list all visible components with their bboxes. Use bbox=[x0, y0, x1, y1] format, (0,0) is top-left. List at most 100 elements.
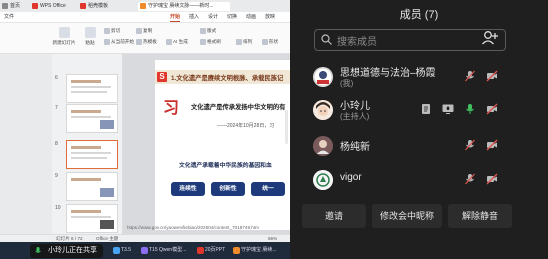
new-slide-icon bbox=[58, 27, 70, 38]
shared-screen: 首页 WPS Office 稻壳模板 守护瑰宝 赓续文脉——新时... 文件 开… bbox=[0, 0, 290, 259]
ribbon-toolbar: 新建幻灯片 粘贴 剪切 从当前开始 复制 热模板 AI 生成 版式 格式刷 排列… bbox=[0, 23, 290, 54]
calligraphy-seal: 习 bbox=[163, 98, 180, 117]
ai-button[interactable]: AI 生成 bbox=[166, 39, 188, 45]
mic-muted-icon bbox=[465, 173, 475, 185]
browser-tab-bar: 首页 WPS Office 稻壳模板 守护瑰宝 赓续文脉——新时... bbox=[0, 0, 290, 12]
document-icon bbox=[422, 104, 430, 114]
camera-off-icon bbox=[486, 139, 498, 151]
avatar bbox=[313, 136, 333, 156]
slide-thumbnail[interactable]: 10 bbox=[55, 204, 118, 233]
slide-pill: 统一 bbox=[251, 182, 285, 196]
avatar bbox=[313, 170, 333, 190]
paste-icon bbox=[84, 27, 96, 38]
menu-animation[interactable]: 动画 bbox=[246, 13, 256, 21]
members-panel: 成员 (7) 搜索成员 思想道德与法治–杨霞 (我) 小玲儿 (主持人) 杨纯新… bbox=[290, 0, 548, 259]
format-painter-button[interactable]: 格式刷 bbox=[200, 39, 221, 45]
menu-home[interactable]: 开始 bbox=[170, 13, 181, 22]
slide-date: ——2024年10月28日，习 bbox=[217, 123, 275, 129]
from-current-button[interactable]: 从当前开始 bbox=[104, 39, 134, 45]
tab-label: 守护瑰宝 赓续文脉——新时... bbox=[148, 3, 214, 9]
member-name: 杨纯新 bbox=[340, 142, 370, 153]
slide-notes-url: https://www.gov.cn/yaowen/liebiao/202504… bbox=[127, 225, 259, 230]
slide-pill: 创新性 bbox=[211, 182, 245, 196]
wps-logo: S bbox=[157, 72, 167, 82]
ppt-icon bbox=[233, 247, 240, 254]
slide-banner-text: 1.文化遗产是赓续文明根脉、承载民族记 bbox=[171, 75, 284, 82]
template-icon bbox=[80, 3, 86, 9]
tab-document[interactable]: 守护瑰宝 赓续文脉——新时... bbox=[138, 2, 230, 11]
app-icon bbox=[141, 247, 148, 254]
mic-icon bbox=[35, 247, 41, 253]
member-name: 小玲儿 bbox=[340, 101, 370, 112]
panel-resize-handle[interactable] bbox=[285, 110, 288, 144]
slide-banner: S 1.文化遗产是赓续文明根脉、承载民族记 bbox=[155, 70, 290, 84]
mic-muted-icon bbox=[465, 139, 475, 151]
member-row[interactable]: vigor bbox=[310, 167, 540, 193]
tab-label: 稻壳模板 bbox=[88, 3, 109, 9]
camera-off-icon bbox=[486, 70, 498, 82]
slide-thumbnail-selected[interactable]: 8 bbox=[55, 140, 118, 169]
paste-button[interactable]: 粘贴 bbox=[78, 27, 102, 46]
sharing-indicator[interactable]: 小玲儿正在共享 bbox=[30, 244, 103, 258]
current-slide[interactable]: S 1.文化遗产是赓续文明根脉、承载民族记 习 文化遗产是传承发扬中华文明的有 … bbox=[155, 60, 290, 230]
menu-insert[interactable]: 插入 bbox=[189, 13, 199, 21]
ppt-icon bbox=[140, 3, 146, 9]
member-search-input[interactable]: 搜索成员 bbox=[314, 29, 506, 51]
taskbar-item[interactable]: T3.5 bbox=[112, 245, 131, 256]
scissors-icon bbox=[104, 28, 110, 34]
slide-canvas: S 1.文化遗产是赓续文明根脉、承载民族记 习 文化遗产是传承发扬中华文明的有 … bbox=[123, 54, 290, 234]
mic-on-icon bbox=[466, 104, 474, 114]
member-row[interactable]: 思想道德与法治–杨霞 (我) bbox=[310, 64, 540, 90]
slide-subtitle: 文化遗产承载着中华民族的基因和血 bbox=[179, 163, 272, 169]
arrange-button[interactable]: 排列 bbox=[236, 39, 252, 45]
app-icon bbox=[113, 247, 120, 254]
avatar bbox=[313, 100, 333, 120]
tab-template[interactable]: 稻壳模板 bbox=[78, 2, 146, 11]
slide-thumbnail-panel[interactable]: 6 7 8 9 10 bbox=[52, 54, 123, 234]
member-row[interactable]: 杨纯新 bbox=[310, 133, 540, 159]
add-member-icon[interactable] bbox=[480, 28, 500, 48]
camera-off-icon bbox=[486, 173, 498, 185]
camera-off-icon bbox=[486, 103, 498, 115]
brush-icon bbox=[200, 39, 206, 45]
slide-title: 文化遗产是传承发扬中华文明的有 bbox=[191, 104, 286, 111]
layout-icon bbox=[200, 28, 206, 34]
wps-icon bbox=[197, 247, 204, 254]
arrange-icon bbox=[236, 39, 242, 45]
slide-thumbnail[interactable]: 9 bbox=[55, 172, 118, 201]
layout-button[interactable]: 版式 bbox=[200, 28, 216, 34]
copy-button[interactable]: 复制 bbox=[136, 28, 152, 34]
panel-title: 成员 (7) bbox=[399, 9, 439, 21]
invite-button[interactable]: 邀请 bbox=[302, 204, 366, 228]
shapes-button[interactable]: 形状 bbox=[262, 39, 278, 45]
zoom-level[interactable]: 66% bbox=[268, 236, 277, 241]
member-name: 思想道德与法治–杨霞 bbox=[340, 68, 436, 79]
member-row[interactable]: 小玲儿 (主持人) bbox=[310, 97, 540, 123]
mic-muted-icon bbox=[465, 70, 475, 82]
member-role: (我) bbox=[340, 79, 354, 88]
tab-label: 首页 bbox=[10, 3, 21, 9]
shapes-icon bbox=[262, 39, 268, 45]
menu-design[interactable]: 设计 bbox=[208, 13, 218, 21]
template-icon bbox=[136, 39, 142, 45]
new-slide-button[interactable]: 新建幻灯片 bbox=[52, 27, 76, 46]
taskbar-item[interactable]: 守护瑰宝 赓续... bbox=[232, 245, 277, 256]
unmute-button[interactable]: 解除静音 bbox=[448, 204, 512, 228]
ai-icon bbox=[166, 39, 172, 45]
copy-icon bbox=[136, 28, 142, 34]
member-role: (主持人) bbox=[340, 112, 370, 121]
cut-button[interactable]: 剪切 bbox=[104, 28, 120, 34]
slide-thumbnail[interactable]: 6 bbox=[55, 74, 118, 103]
menu-slideshow[interactable]: 放映 bbox=[265, 13, 275, 21]
slide-pill: 连续性 bbox=[171, 182, 205, 196]
slide-thumbnail[interactable]: 7 bbox=[55, 104, 118, 133]
template-button[interactable]: 热模板 bbox=[136, 39, 157, 45]
menu-transition[interactable]: 切换 bbox=[227, 13, 237, 21]
taskbar-item[interactable]: T15 Qwen模型... bbox=[140, 245, 186, 256]
avatar bbox=[313, 67, 333, 87]
taskbar-item[interactable]: 20页PPT bbox=[196, 245, 225, 256]
sharing-text: 小玲儿正在共享 bbox=[48, 247, 97, 254]
menu-file[interactable]: 文件 bbox=[4, 13, 14, 21]
left-gutter bbox=[0, 54, 52, 234]
rename-button[interactable]: 修改会中昵称 bbox=[372, 204, 442, 228]
